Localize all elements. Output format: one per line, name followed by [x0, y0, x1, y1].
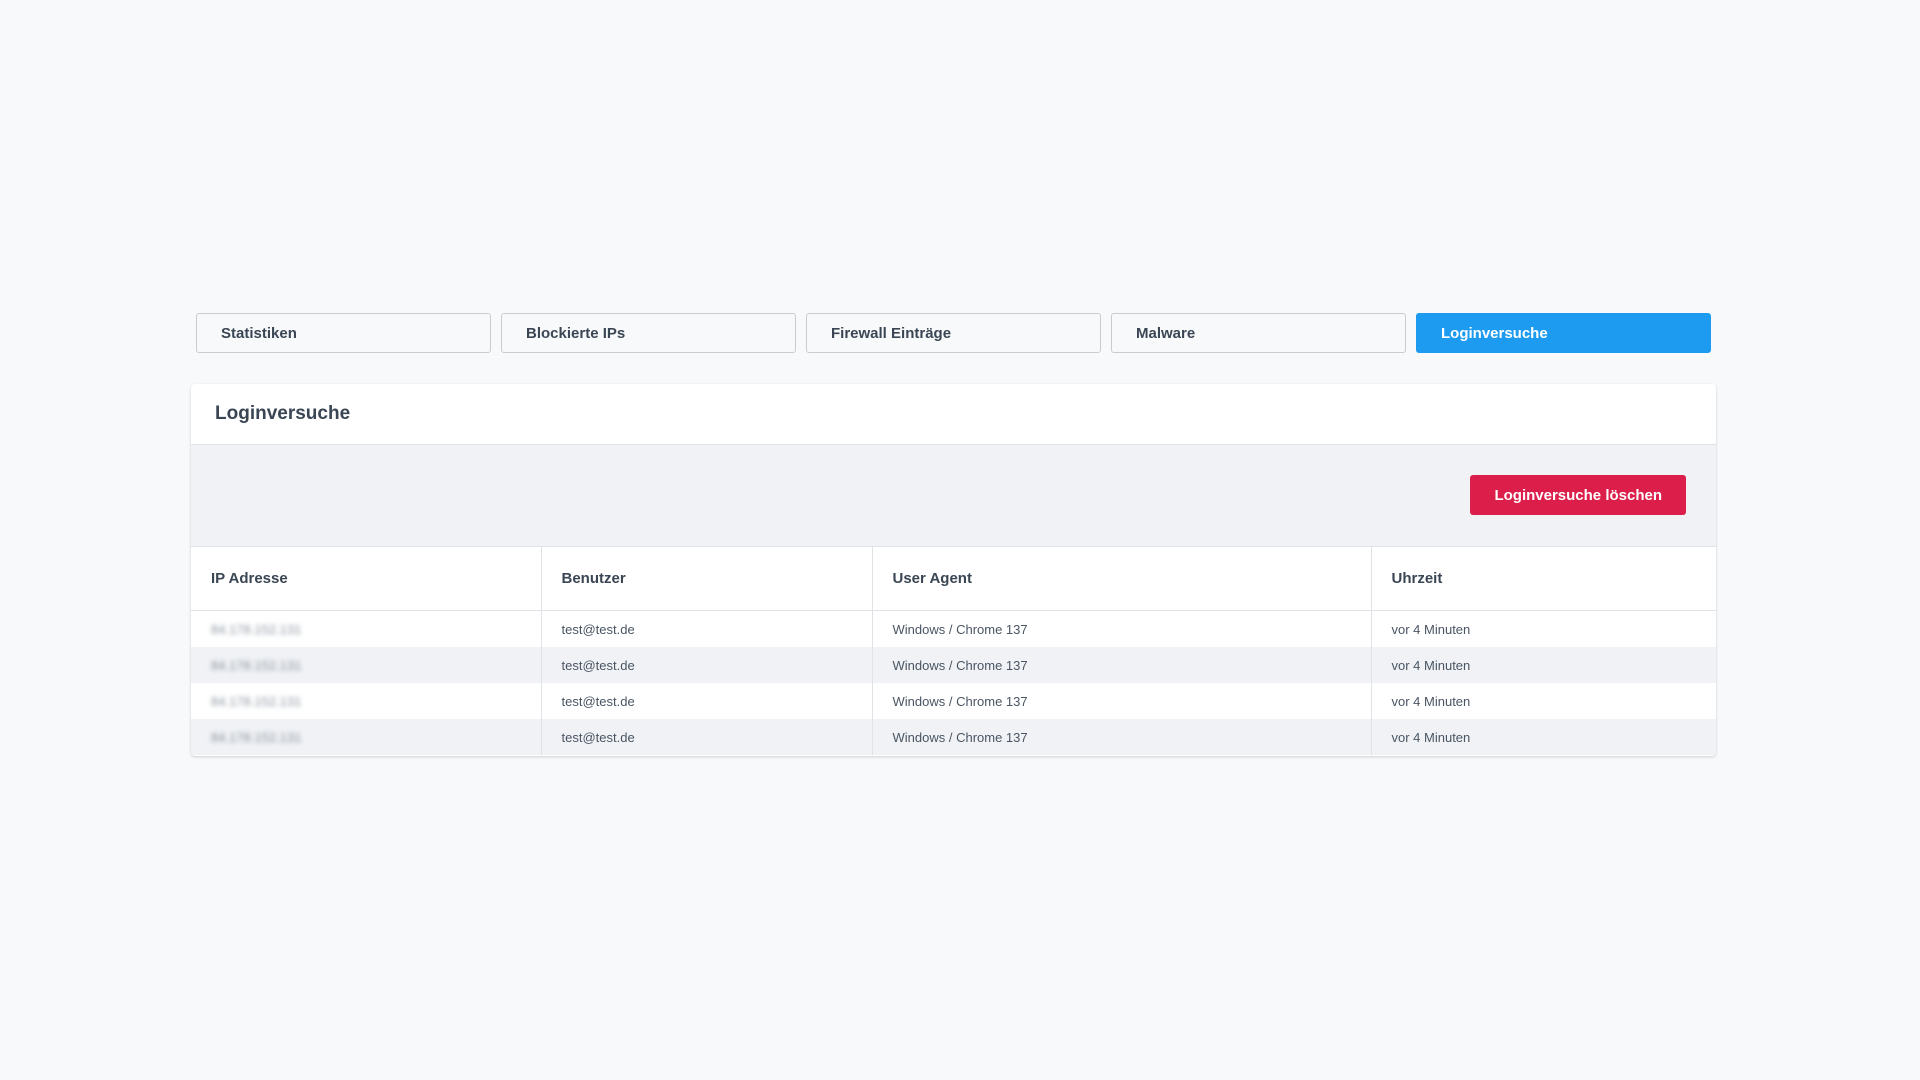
ip-value: 84.178.152.131 [211, 729, 302, 745]
delete-login-attempts-button[interactable]: Loginversuche löschen [1470, 475, 1686, 515]
ip-cell: 84.178.152.131 [191, 683, 542, 719]
card-toolbar: Loginversuche löschen [191, 445, 1716, 547]
user-cell: test@test.de [541, 683, 873, 719]
user-agent-cell: Windows / Chrome 137 [872, 610, 1372, 647]
table-row: 84.178.152.131 test@test.de Windows / Ch… [191, 647, 1716, 683]
ip-cell: 84.178.152.131 [191, 610, 542, 647]
column-header-time[interactable]: Uhrzeit [1371, 547, 1716, 611]
user-cell: test@test.de [541, 610, 873, 647]
user-agent-cell: Windows / Chrome 137 [872, 719, 1372, 755]
login-attempts-table: IP Adresse Benutzer User Agent Uhrzeit 8… [191, 547, 1716, 755]
time-cell: vor 4 Minuten [1391, 621, 1471, 637]
ip-value: 84.178.152.131 [211, 621, 302, 637]
time-cell: vor 4 Minuten [1371, 647, 1716, 683]
user-agent-cell: Windows / Chrome 137 [872, 683, 1372, 719]
column-header-ip[interactable]: IP Adresse [191, 547, 542, 611]
tab-bar: Statistiken Blockierte IPs Firewall Eint… [196, 313, 1711, 353]
ip-cell: 84.178.152.131 [191, 647, 542, 683]
user-agent-cell: Windows / Chrome 137 [872, 647, 1372, 683]
tab-firewall-eintraege[interactable]: Firewall Einträge [806, 313, 1101, 353]
table-row: 84.178.152.131 test@test.de Windows / Ch… [191, 610, 1716, 647]
ip-value: 84.178.152.131 [211, 693, 302, 709]
tab-loginversuche[interactable]: Loginversuche [1416, 313, 1711, 353]
table-row: 84.178.152.131 test@test.de Windows / Ch… [191, 683, 1716, 719]
table-header-row: IP Adresse Benutzer User Agent Uhrzeit [191, 547, 1716, 611]
table-row: 84.178.152.131 test@test.de Windows / Ch… [191, 719, 1716, 755]
ip-cell: 84.178.152.131 [191, 719, 542, 755]
tab-statistiken[interactable]: Statistiken [196, 313, 491, 353]
card-title: Loginversuche [191, 384, 1716, 445]
ip-value: 84.178.152.131 [211, 657, 302, 673]
user-cell: test@test.de [541, 647, 873, 683]
time-cell: vor 4 Minuten [1371, 719, 1716, 755]
tab-malware[interactable]: Malware [1111, 313, 1406, 353]
tab-blockierte-ips[interactable]: Blockierte IPs [501, 313, 796, 353]
column-header-user-agent[interactable]: User Agent [872, 547, 1372, 611]
column-header-user[interactable]: Benutzer [541, 547, 873, 611]
login-attempts-card: Loginversuche Loginversuche löschen IP A… [191, 384, 1716, 756]
user-cell: test@test.de [541, 719, 873, 755]
time-cell: vor 4 Minuten [1391, 693, 1471, 709]
